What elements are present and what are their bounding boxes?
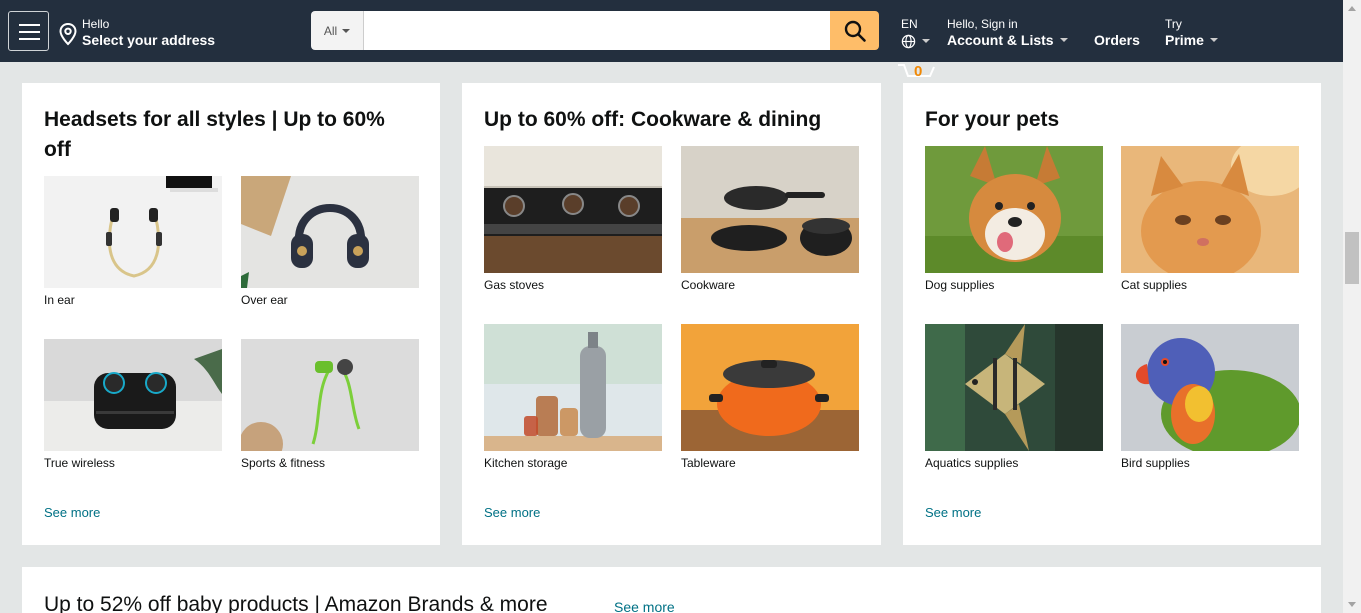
language-code: EN — [901, 17, 918, 31]
tile-label: Dog supplies — [925, 278, 995, 292]
tile-label: Cat supplies — [1121, 278, 1188, 292]
angelfish-image — [925, 324, 1103, 451]
tableware-casserole-image — [681, 324, 859, 451]
sports-earphones-image — [241, 339, 419, 451]
true-wireless-earbuds-image — [44, 339, 222, 451]
search-button[interactable] — [830, 11, 879, 50]
card-title: For your pets — [925, 108, 1060, 131]
cart-count: 0 — [914, 63, 923, 80]
tile-kitchen-storage[interactable]: Kitchen storage — [484, 324, 662, 474]
chevron-down-icon — [922, 39, 930, 44]
location-pin-icon[interactable] — [58, 22, 78, 46]
dog-image — [925, 146, 1103, 273]
prime-label: Prime — [1165, 31, 1204, 48]
prime-try-label: Try — [1165, 17, 1182, 31]
card-baby-products: Up to 52% off baby products | Amazon Bra… — [22, 567, 1321, 613]
card-title: Up to 52% off baby products | Amazon Bra… — [44, 593, 548, 613]
gas-stove-image — [484, 146, 662, 273]
menu-line — [19, 24, 40, 26]
menu-line — [19, 38, 40, 40]
cookware-pans-image — [681, 146, 859, 273]
card-headsets: Headsets for all styles | Up to 60% off … — [22, 83, 440, 545]
tile-label: Kitchen storage — [484, 456, 568, 470]
prime-menu[interactable]: Try Prime — [1165, 17, 1218, 48]
tile-over-ear[interactable]: Over ear — [241, 176, 419, 307]
orders-link[interactable]: Orders — [1094, 32, 1140, 48]
search-category-label: All — [323, 23, 338, 38]
language-selector[interactable]: EN — [901, 17, 930, 49]
in-ear-earphones-image — [44, 176, 222, 288]
tile-cat-supplies[interactable]: Cat supplies — [1121, 146, 1299, 296]
delivery-address-link[interactable]: Hello Select your address — [82, 17, 216, 48]
over-ear-headphones-image — [241, 176, 419, 288]
account-lists-menu[interactable]: Hello, Sign in Account & Lists — [947, 17, 1068, 48]
see-more-link[interactable]: See more — [484, 505, 540, 520]
chevron-down-icon — [342, 28, 351, 33]
tile-label: Sports & fitness — [241, 456, 326, 470]
tile-in-ear[interactable]: In ear — [44, 176, 222, 307]
tile-label: Bird supplies — [1121, 456, 1190, 470]
card-title: Up to 60% off: Cookware & dining — [484, 108, 822, 131]
search-icon — [844, 20, 866, 42]
hamburger-menu-button[interactable] — [8, 11, 49, 51]
lorikeet-image — [1121, 324, 1299, 451]
cat-image — [1121, 146, 1299, 273]
scroll-up-arrow-icon[interactable] — [1348, 6, 1356, 11]
chevron-down-icon — [1059, 37, 1068, 42]
tile-tableware[interactable]: Tableware — [681, 324, 859, 474]
card-pets: For your pets Dog supplies Cat supplies … — [903, 83, 1321, 545]
tile-label: Aquatics supplies — [925, 456, 1019, 470]
tile-sports-fitness[interactable]: Sports & fitness — [241, 339, 419, 474]
tile-true-wireless[interactable]: True wireless — [44, 339, 222, 474]
search-input[interactable] — [364, 11, 830, 50]
see-more-link[interactable]: See more — [614, 599, 675, 613]
scrollbar-thumb[interactable] — [1345, 232, 1359, 284]
kitchen-storage-image — [484, 324, 662, 451]
see-more-link[interactable]: See more — [925, 505, 981, 520]
tile-label: Tableware — [681, 456, 736, 470]
menu-line — [19, 31, 40, 33]
tile-dog-supplies[interactable]: Dog supplies — [925, 146, 1103, 296]
card-title: Headsets for all styles | Up to 60% off — [44, 108, 385, 161]
tile-label: In ear — [44, 293, 75, 307]
globe-icon — [901, 34, 916, 49]
address-select: Select your address — [82, 31, 216, 48]
search-category-dropdown[interactable]: All — [311, 11, 364, 50]
account-lists-label: Account & Lists — [947, 31, 1054, 48]
scroll-down-arrow-icon[interactable] — [1348, 602, 1356, 607]
search-bar: All — [311, 11, 879, 50]
address-greeting: Hello — [82, 17, 110, 31]
page-scrollbar[interactable] — [1343, 0, 1361, 613]
tile-cookware[interactable]: Cookware — [681, 146, 859, 296]
tile-label: True wireless — [44, 456, 115, 470]
sign-in-greeting: Hello, Sign in — [947, 17, 1018, 31]
chevron-down-icon — [1209, 37, 1218, 42]
tile-aquatics-supplies[interactable]: Aquatics supplies — [925, 324, 1103, 474]
see-more-link[interactable]: See more — [44, 505, 100, 520]
tile-label: Gas stoves — [484, 278, 545, 292]
tile-label: Cookware — [681, 278, 736, 292]
tile-bird-supplies[interactable]: Bird supplies — [1121, 324, 1299, 474]
tile-label: Over ear — [241, 293, 288, 307]
top-nav-bar: Hello Select your address All EN Hello, — [0, 0, 1343, 62]
tile-gas-stoves[interactable]: Gas stoves — [484, 146, 662, 296]
card-cookware: Up to 60% off: Cookware & dining Gas sto… — [462, 83, 881, 545]
